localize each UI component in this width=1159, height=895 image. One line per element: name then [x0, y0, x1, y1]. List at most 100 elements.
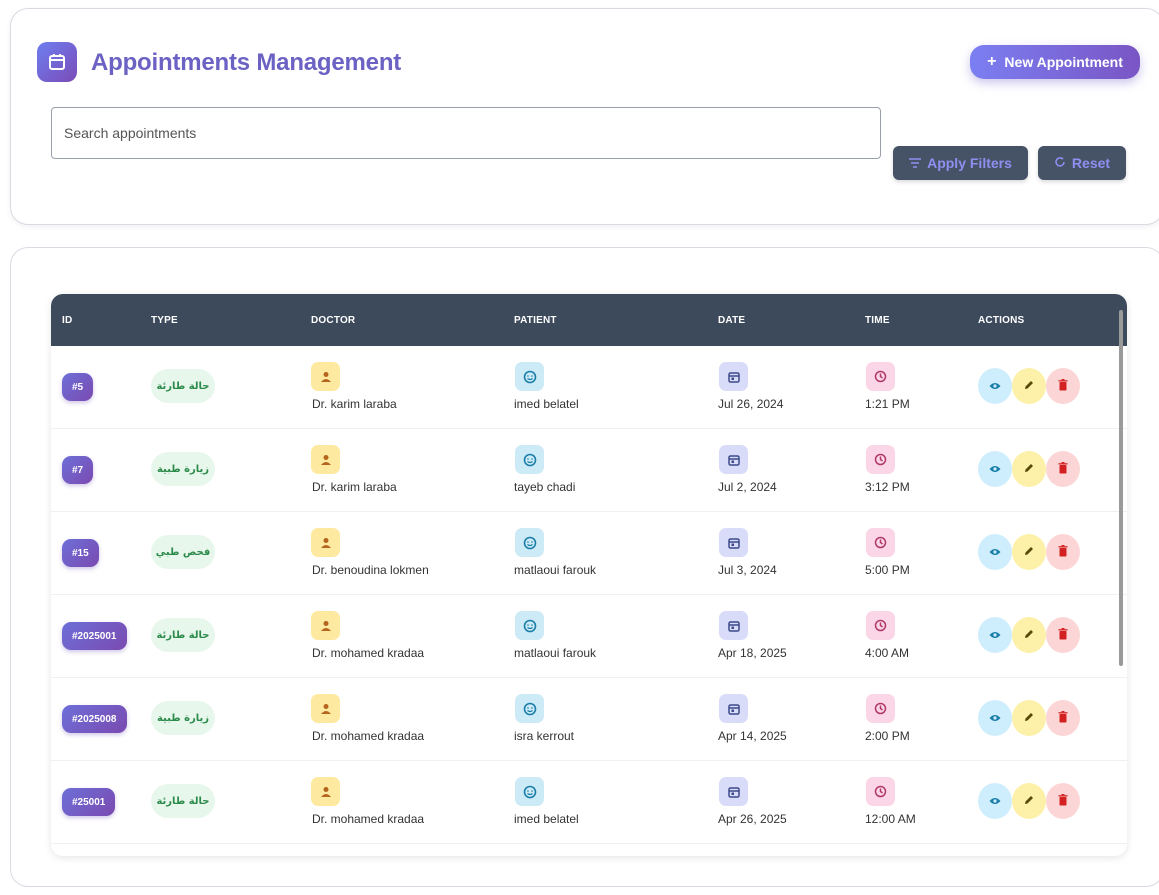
column-header-actions: ACTIONS — [978, 314, 1025, 326]
type-badge: حالة طارئة — [151, 369, 215, 403]
patient-name: isra kerrout — [514, 729, 575, 743]
face-icon — [515, 528, 544, 557]
scrollbar[interactable] — [1119, 310, 1123, 666]
appointment-date: Apr 18, 2025 — [718, 646, 787, 660]
column-header-date: DATE — [718, 314, 746, 326]
header-card: Appointments Management + New Appointmen… — [10, 8, 1159, 225]
id-badge: #2025008 — [62, 705, 127, 733]
doctor-name: Dr. mohamed kradaa — [312, 729, 425, 743]
table-row: #2025001 حالة طارئة Dr. mohamed kradaa m… — [51, 595, 1127, 678]
trash-icon — [1058, 710, 1068, 726]
appointment-date: Jul 2, 2024 — [718, 480, 777, 494]
new-appointment-button[interactable]: + New Appointment — [970, 45, 1140, 79]
eye-icon — [989, 379, 1001, 394]
appointment-time: 2:00 PM — [865, 729, 910, 743]
table-row: #5 حالة طارئة Dr. karim laraba imed bela… — [51, 346, 1127, 429]
pencil-icon — [1023, 462, 1035, 477]
calendar-icon — [719, 362, 748, 391]
page-title: Appointments Management — [91, 49, 402, 76]
appointment-time: 4:00 AM — [865, 646, 910, 660]
face-icon — [515, 445, 544, 474]
type-badge: زيارة طبية — [151, 701, 215, 735]
trash-icon — [1058, 793, 1068, 809]
type-badge: فحص طبي — [151, 535, 215, 569]
edit-button[interactable] — [1012, 368, 1046, 404]
trash-icon — [1058, 544, 1068, 560]
face-icon — [515, 362, 544, 391]
delete-button[interactable] — [1046, 368, 1080, 404]
column-header-time: TIME — [865, 314, 890, 326]
column-header-patient: PATIENT — [514, 314, 557, 326]
table-row: #25001 حالة طارئة Dr. mohamed kradaa ime… — [51, 761, 1127, 844]
person-icon — [311, 528, 340, 557]
view-button[interactable] — [978, 617, 1012, 653]
table-body: #5 حالة طارئة Dr. karim laraba imed bela… — [51, 346, 1127, 844]
reset-button[interactable]: Reset — [1038, 146, 1126, 180]
table-card: ID TYPE DOCTOR PATIENT DATE TIME ACTIONS… — [10, 247, 1159, 887]
calendar-icon — [719, 777, 748, 806]
edit-button[interactable] — [1012, 451, 1046, 487]
new-appointment-label: New Appointment — [1004, 54, 1123, 70]
pencil-icon — [1023, 711, 1035, 726]
calendar-icon — [719, 445, 748, 474]
edit-button[interactable] — [1012, 534, 1046, 570]
person-icon — [311, 445, 340, 474]
doctor-name: Dr. benoudina lokmen — [312, 563, 429, 577]
calendar-icon — [719, 528, 748, 557]
delete-button[interactable] — [1046, 534, 1080, 570]
edit-button[interactable] — [1012, 783, 1046, 819]
appointment-time: 12:00 AM — [865, 812, 916, 826]
apply-filters-label: Apply Filters — [927, 155, 1012, 171]
type-badge: حالة طارئة — [151, 618, 215, 652]
appointments-table: ID TYPE DOCTOR PATIENT DATE TIME ACTIONS… — [51, 294, 1127, 856]
appointment-time: 5:00 PM — [865, 563, 910, 577]
appointment-date: Jul 26, 2024 — [718, 397, 784, 411]
view-button[interactable] — [978, 783, 1012, 819]
patient-name: imed belatel — [514, 397, 579, 411]
clock-icon — [866, 362, 895, 391]
clock-icon — [866, 528, 895, 557]
delete-button[interactable] — [1046, 617, 1080, 653]
column-header-type: TYPE — [151, 314, 178, 326]
pencil-icon — [1023, 545, 1035, 560]
view-button[interactable] — [978, 368, 1012, 404]
eye-icon — [989, 545, 1001, 560]
id-badge: #15 — [62, 539, 99, 567]
edit-button[interactable] — [1012, 700, 1046, 736]
pencil-icon — [1023, 379, 1035, 394]
id-badge: #2025001 — [62, 622, 127, 650]
edit-button[interactable] — [1012, 617, 1046, 653]
patient-name: tayeb chadi — [514, 480, 576, 494]
eye-icon — [989, 794, 1001, 809]
person-icon — [311, 694, 340, 723]
view-button[interactable] — [978, 534, 1012, 570]
table-row: #15 فحص طبي Dr. benoudina lokmen matlaou… — [51, 512, 1127, 595]
delete-button[interactable] — [1046, 783, 1080, 819]
face-icon — [515, 611, 544, 640]
view-button[interactable] — [978, 700, 1012, 736]
clock-icon — [866, 611, 895, 640]
calendar-icon — [719, 694, 748, 723]
appointment-time: 3:12 PM — [865, 480, 910, 494]
calendar-icon — [37, 42, 77, 82]
clock-icon — [866, 445, 895, 474]
person-icon — [311, 362, 340, 391]
id-badge: #25001 — [62, 788, 116, 816]
apply-filters-button[interactable]: Apply Filters — [893, 146, 1028, 180]
column-header-doctor: DOCTOR — [311, 314, 356, 326]
trash-icon — [1058, 627, 1068, 643]
trash-icon — [1058, 461, 1068, 477]
table-row: #2025008 زيارة طبية Dr. mohamed kradaa i… — [51, 678, 1127, 761]
delete-button[interactable] — [1046, 700, 1080, 736]
view-button[interactable] — [978, 451, 1012, 487]
appointment-date: Jul 3, 2024 — [718, 563, 777, 577]
doctor-name: Dr. mohamed kradaa — [312, 812, 425, 826]
face-icon — [515, 694, 544, 723]
person-icon — [311, 611, 340, 640]
person-icon — [311, 777, 340, 806]
search-input[interactable] — [51, 107, 881, 159]
delete-button[interactable] — [1046, 451, 1080, 487]
trash-icon — [1058, 378, 1068, 394]
table-header: ID TYPE DOCTOR PATIENT DATE TIME ACTIONS — [51, 294, 1127, 346]
eye-icon — [989, 628, 1001, 643]
